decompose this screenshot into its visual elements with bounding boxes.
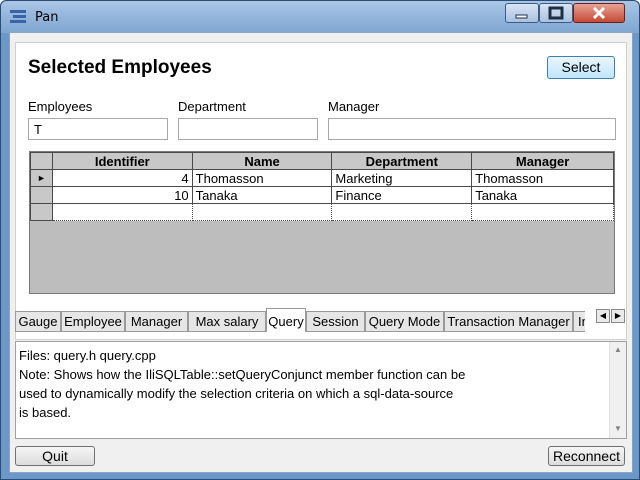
department-field[interactable] [178, 118, 318, 140]
cell-identifier[interactable]: 4 [51, 169, 193, 187]
chevron-right-icon: ▶ [614, 311, 622, 320]
description-scrollbar[interactable]: ▲ ▼ [609, 342, 626, 438]
app-window: Pan Selected Employees Select Employees … [0, 0, 640, 480]
cell-department[interactable] [331, 203, 473, 221]
tab-transaction-manager[interactable]: Transaction Manager [444, 311, 573, 332]
page-title: Selected Employees [28, 57, 212, 78]
minimize-icon [515, 14, 528, 19]
description-text: Files: query.h query.cpp Note: Shows how… [19, 348, 466, 420]
minimize-button[interactable] [505, 3, 539, 23]
scroll-up-icon[interactable]: ▲ [614, 345, 622, 354]
tab-manager[interactable]: Manager [125, 311, 188, 332]
tab-scroll-left-button[interactable]: ◀ [596, 309, 610, 323]
tab-employee[interactable]: Employee [61, 311, 125, 332]
cell-department[interactable]: Marketing [331, 169, 473, 187]
tab-query-mode[interactable]: Query Mode [365, 311, 444, 332]
cell-identifier[interactable] [51, 203, 193, 221]
tab-ins[interactable]: Ins [573, 311, 585, 332]
chevron-left-icon: ◀ [599, 311, 607, 320]
cell-manager[interactable]: Tanaka [471, 186, 614, 204]
cell-department[interactable]: Finance [331, 186, 473, 204]
corner-cell[interactable] [30, 152, 53, 170]
cell-name[interactable] [191, 203, 333, 221]
cell-identifier[interactable]: 10 [51, 186, 193, 204]
quit-button[interactable]: Quit [15, 446, 95, 466]
maximize-icon [548, 6, 564, 20]
title-bar[interactable]: Pan [1, 1, 639, 33]
row-header[interactable]: ► [30, 169, 53, 187]
description-box[interactable]: Files: query.h query.cpp Note: Shows how… [15, 341, 627, 439]
reconnect-button[interactable]: Reconnect [548, 446, 625, 466]
department-label: Department [178, 99, 246, 114]
employees-field[interactable]: T [28, 118, 168, 140]
tab-strip: Gauge Employee Manager Max salary Sessio… [15, 308, 585, 332]
maximize-button[interactable] [539, 3, 573, 23]
row-header[interactable] [30, 203, 53, 221]
table-row[interactable]: ► 4 Thomasson Marketing Thomasson [30, 169, 614, 187]
tab-gauge[interactable]: Gauge [15, 311, 61, 332]
cell-name[interactable]: Thomasson [191, 169, 333, 187]
column-header-department[interactable]: Department [331, 152, 473, 170]
select-button[interactable]: Select [547, 56, 615, 79]
manager-field[interactable] [328, 118, 616, 140]
table-header-row: Identifier Name Department Manager [30, 152, 614, 170]
employees-panel: Selected Employees Select Employees Depa… [15, 42, 627, 340]
column-header-name[interactable]: Name [191, 152, 333, 170]
tab-query[interactable]: Query [266, 308, 306, 332]
tab-max-salary[interactable]: Max salary [188, 311, 266, 332]
app-icon [10, 10, 26, 23]
cell-manager[interactable] [471, 203, 614, 221]
employees-table[interactable]: Identifier Name Department Manager ► 4 T… [29, 151, 615, 294]
window-title: Pan [35, 10, 59, 25]
table-row[interactable]: 10 Tanaka Finance Tanaka [30, 186, 614, 204]
tab-scroll-right-button[interactable]: ▶ [611, 309, 625, 323]
cell-name[interactable]: Tanaka [191, 186, 333, 204]
employees-label: Employees [28, 99, 93, 114]
new-table-row[interactable] [30, 203, 614, 221]
column-header-identifier[interactable]: Identifier [51, 152, 193, 170]
close-icon [592, 6, 606, 20]
current-row-icon: ► [37, 173, 46, 183]
manager-label: Manager [328, 99, 380, 114]
column-header-manager[interactable]: Manager [471, 152, 614, 170]
tab-session[interactable]: Session [306, 311, 365, 332]
row-header[interactable] [30, 186, 53, 204]
client-area: Selected Employees Select Employees Depa… [9, 32, 633, 473]
cell-manager[interactable]: Thomasson [471, 169, 614, 187]
scroll-down-icon[interactable]: ▼ [614, 424, 622, 433]
close-button[interactable] [573, 3, 625, 23]
